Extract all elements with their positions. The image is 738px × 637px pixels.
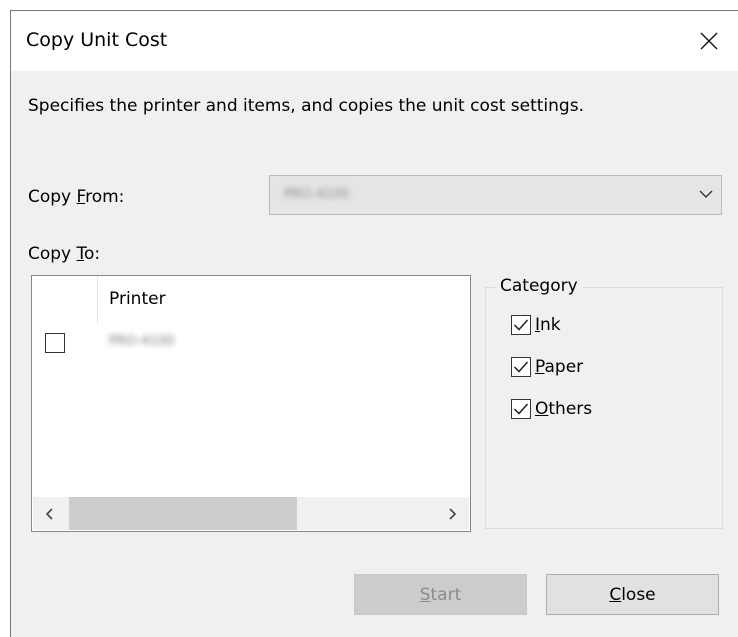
close-button-label: Close (609, 584, 656, 605)
dialog-description: Specifies the printer and items, and cop… (28, 96, 584, 116)
checkmark-icon (513, 319, 529, 331)
close-window-button[interactable] (680, 11, 738, 71)
close-icon (700, 32, 718, 50)
category-others-label: Others (535, 399, 593, 419)
dialog-title: Copy Unit Cost (26, 29, 168, 51)
printer-row-name: PRO-4100 (109, 334, 175, 349)
copy-from-label: Copy From: (28, 187, 125, 207)
start-button-label: Start (419, 584, 462, 605)
horizontal-scrollbar[interactable] (33, 497, 469, 530)
copy-from-value: PRO-4100 (284, 187, 350, 202)
category-others-checkbox[interactable]: Others (511, 399, 592, 419)
chevron-left-icon (46, 507, 53, 520)
start-button[interactable]: Start (354, 574, 527, 615)
copy-unit-cost-dialog: Copy Unit Cost Specifies the printer and… (10, 10, 738, 637)
category-paper-label: Paper (535, 357, 584, 377)
checkmark-icon (513, 403, 529, 415)
column-header-printer: Printer (109, 289, 166, 309)
checkmark-icon (513, 361, 529, 373)
column-separator (97, 276, 98, 324)
copy-to-label: Copy To: (28, 244, 101, 264)
printer-list[interactable]: Printer PRO-4100 (31, 275, 471, 532)
category-ink-checkbox[interactable]: Ink (511, 315, 561, 335)
close-button[interactable]: Close (546, 574, 719, 615)
category-title: Category (495, 276, 583, 296)
title-bar: Copy Unit Cost (11, 11, 738, 71)
chevron-right-icon (449, 507, 456, 520)
category-ink-label: Ink (535, 315, 561, 335)
printer-row-checkbox[interactable] (45, 333, 65, 353)
checkbox-box (511, 399, 531, 419)
scroll-left-button[interactable] (33, 497, 67, 530)
checkbox-box (511, 315, 531, 335)
category-paper-checkbox[interactable]: Paper (511, 357, 583, 377)
scroll-right-button[interactable] (435, 497, 469, 530)
scroll-thumb[interactable] (69, 497, 297, 530)
copy-from-dropdown[interactable]: PRO-4100 (269, 175, 722, 215)
chevron-down-icon (699, 190, 713, 198)
checkbox-box (511, 357, 531, 377)
